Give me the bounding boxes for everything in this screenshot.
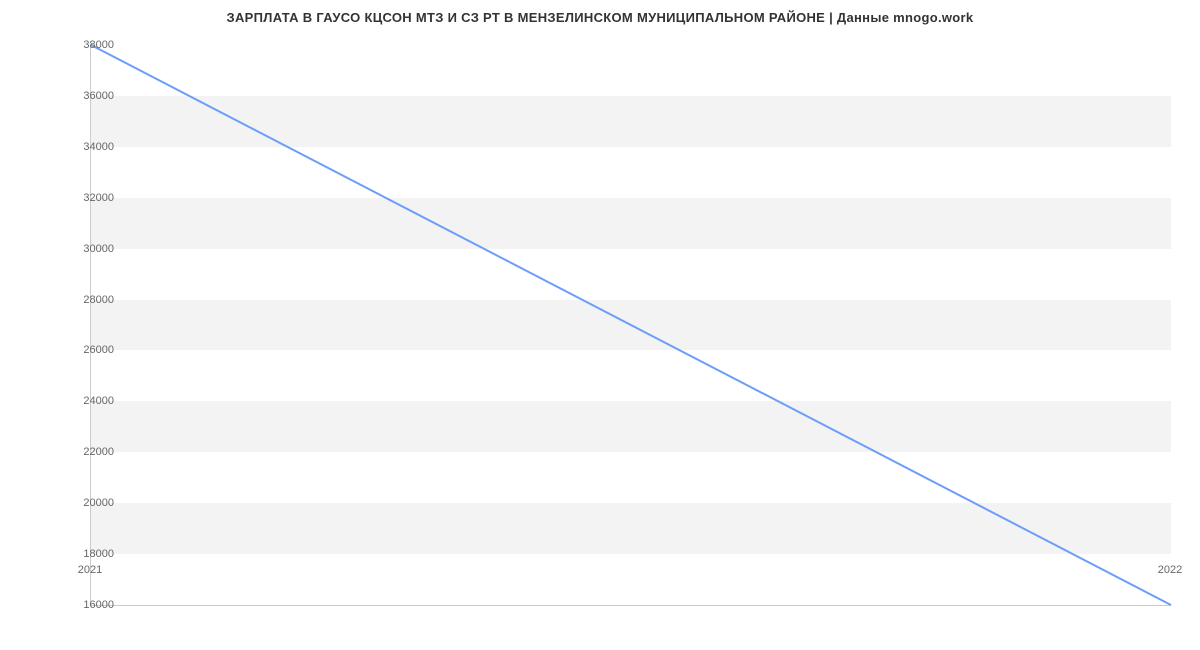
y-tick-label: 22000 (64, 446, 114, 458)
chart-container: ЗАРПЛАТА В ГАУСО КЦСОН МТЗ И СЗ РТ В МЕН… (0, 0, 1200, 650)
x-tick-label: 2021 (78, 564, 102, 576)
data-line (91, 45, 1171, 605)
chart-title: ЗАРПЛАТА В ГАУСО КЦСОН МТЗ И СЗ РТ В МЕН… (0, 0, 1200, 25)
y-tick-label: 24000 (64, 395, 114, 407)
y-tick-label: 20000 (64, 497, 114, 509)
y-tick-label: 36000 (64, 90, 114, 102)
y-tick-label: 34000 (64, 141, 114, 153)
y-tick-label: 28000 (64, 294, 114, 306)
y-tick-label: 38000 (64, 39, 114, 51)
y-tick-label: 16000 (64, 599, 114, 611)
y-tick-label: 18000 (64, 548, 114, 560)
y-tick-label: 30000 (64, 243, 114, 255)
y-tick-label: 26000 (64, 344, 114, 356)
x-tick-label: 2022 (1158, 564, 1182, 576)
y-tick-label: 32000 (64, 192, 114, 204)
line-series (91, 45, 1171, 605)
plot-area (90, 45, 1171, 606)
